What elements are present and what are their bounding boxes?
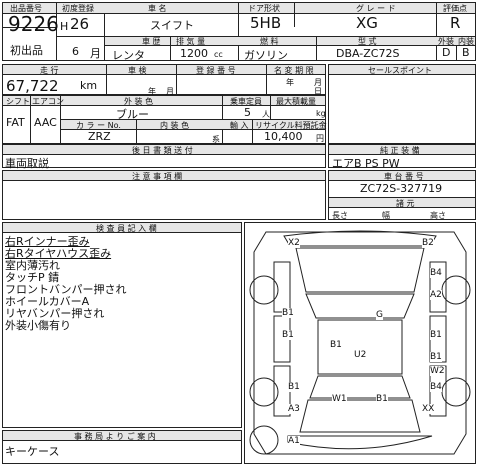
damage-mark: B1 xyxy=(330,340,342,350)
load-unit: kg xyxy=(316,109,326,118)
owner-change-label: 名 変 期 限 xyxy=(274,66,314,75)
reg-no-label: 登 録 番 号 xyxy=(196,66,236,75)
shift-label: シフト xyxy=(6,97,30,106)
damage-mark: B2 xyxy=(422,238,434,248)
car-diagram xyxy=(249,230,471,455)
damage-mark: XX xyxy=(422,404,435,414)
width-label: 幅 xyxy=(382,211,390,220)
shift: FAT xyxy=(6,116,25,129)
door-type: 5HB xyxy=(250,14,282,32)
model-label: 型 式 xyxy=(358,37,377,46)
load-label: 最大積載量 xyxy=(276,97,316,106)
sales-point-box xyxy=(328,64,476,144)
grade-label: グ レ ー ド xyxy=(356,4,396,13)
cc-label: 排 気 量 xyxy=(176,37,206,46)
damage-mark: B1 xyxy=(376,394,388,404)
mileage-unit: km xyxy=(80,79,98,92)
chassis-number: ZC72S-327719 xyxy=(360,182,443,195)
inspection-label: 車 検 xyxy=(128,66,147,75)
score: R xyxy=(450,14,461,32)
damage-mark: B4 xyxy=(430,268,442,278)
exterior-color: ブルー xyxy=(116,108,149,121)
reg-month: 6 xyxy=(72,45,79,58)
damage-mark: A3 xyxy=(288,404,300,414)
damage-mark: B1 xyxy=(282,308,294,318)
damage-mark: B1 xyxy=(288,382,300,392)
fuel-label: 燃 料 xyxy=(260,37,279,46)
mileage-label: 走 行 xyxy=(40,66,59,75)
height-label: 高さ xyxy=(430,211,446,220)
door-label: ドア形状 xyxy=(248,4,280,13)
damage-mark: A1 xyxy=(288,436,300,446)
air-conditioner: AAC xyxy=(34,116,57,129)
fuel: ガソリン xyxy=(244,49,288,62)
inspector-label: 検 査 員 記 入 欄 xyxy=(96,224,157,233)
cc-unit: cc xyxy=(214,50,223,59)
length-label: 長さ xyxy=(332,211,348,220)
damage-mark: W2 xyxy=(430,366,445,376)
displacement: 1200 xyxy=(180,47,208,60)
first-reg-label: 初度登録 xyxy=(62,4,94,13)
interior-grade: B xyxy=(462,46,470,59)
genuine-equipment: エアB PS PW xyxy=(332,157,400,170)
lot-number: 9226 xyxy=(8,12,59,36)
documents-label: 後 日 書 類 送 付 xyxy=(132,146,193,155)
dims-label: 諸 元 xyxy=(396,199,415,208)
damage-mark: A2 xyxy=(430,290,442,300)
inspector-line: 外装小傷有り xyxy=(5,319,71,332)
mileage: 67,722 xyxy=(6,77,59,95)
capacity: 5 xyxy=(244,106,251,119)
office-text: キーケース xyxy=(5,445,60,458)
car-name-label: 車 名 xyxy=(148,4,167,13)
office-label: 事 務 局 よ り ご 案 内 xyxy=(74,432,156,441)
documents-value: 車両取説 xyxy=(5,157,49,170)
interior-color-label: 内 装 色 xyxy=(160,121,190,130)
inspector-lines: 右Rインナー歪み 右Rタイヤハウス歪み 室内薄汚れ タッチP 錆 フロントバンパ… xyxy=(5,236,127,332)
recycle-unit: 円 xyxy=(316,134,324,143)
color-number: ZRZ xyxy=(88,130,111,143)
car-name: スイフト xyxy=(150,19,194,32)
capacity-unit: 人 xyxy=(262,110,270,119)
use-label: 車 歴 xyxy=(142,37,161,46)
reg-year: 26 xyxy=(70,15,90,33)
grade: XG xyxy=(356,14,378,32)
era: H xyxy=(60,20,69,33)
chassis-label: 車 台 番 号 xyxy=(384,172,424,181)
damage-mark: B1 xyxy=(282,330,294,340)
damage-mark: B1 xyxy=(430,352,442,362)
damage-mark: G xyxy=(376,310,383,320)
owner-year: 年 xyxy=(286,78,294,87)
first-listing-label: 初出品 xyxy=(10,44,43,57)
sales-point-label: セールスポイント xyxy=(368,66,432,75)
exterior-grade: D xyxy=(442,46,451,59)
import-label: 輸 入 xyxy=(230,121,249,130)
reg-month-unit: 月 xyxy=(90,47,101,60)
damage-mark: X2 xyxy=(288,238,300,248)
damage-mark: B1 xyxy=(430,330,442,340)
car-use: レンタ xyxy=(112,49,145,62)
damage-mark: B4 xyxy=(430,382,442,392)
damage-mark: W1 xyxy=(332,394,347,404)
score-label: 評価点 xyxy=(443,4,467,13)
model-code: DBA-ZC72S xyxy=(336,47,400,60)
notes-label: 注 意 事 項 欄 xyxy=(132,172,183,181)
damage-mark: U2 xyxy=(354,350,367,360)
recycle-fee: 10,400 xyxy=(264,130,303,143)
